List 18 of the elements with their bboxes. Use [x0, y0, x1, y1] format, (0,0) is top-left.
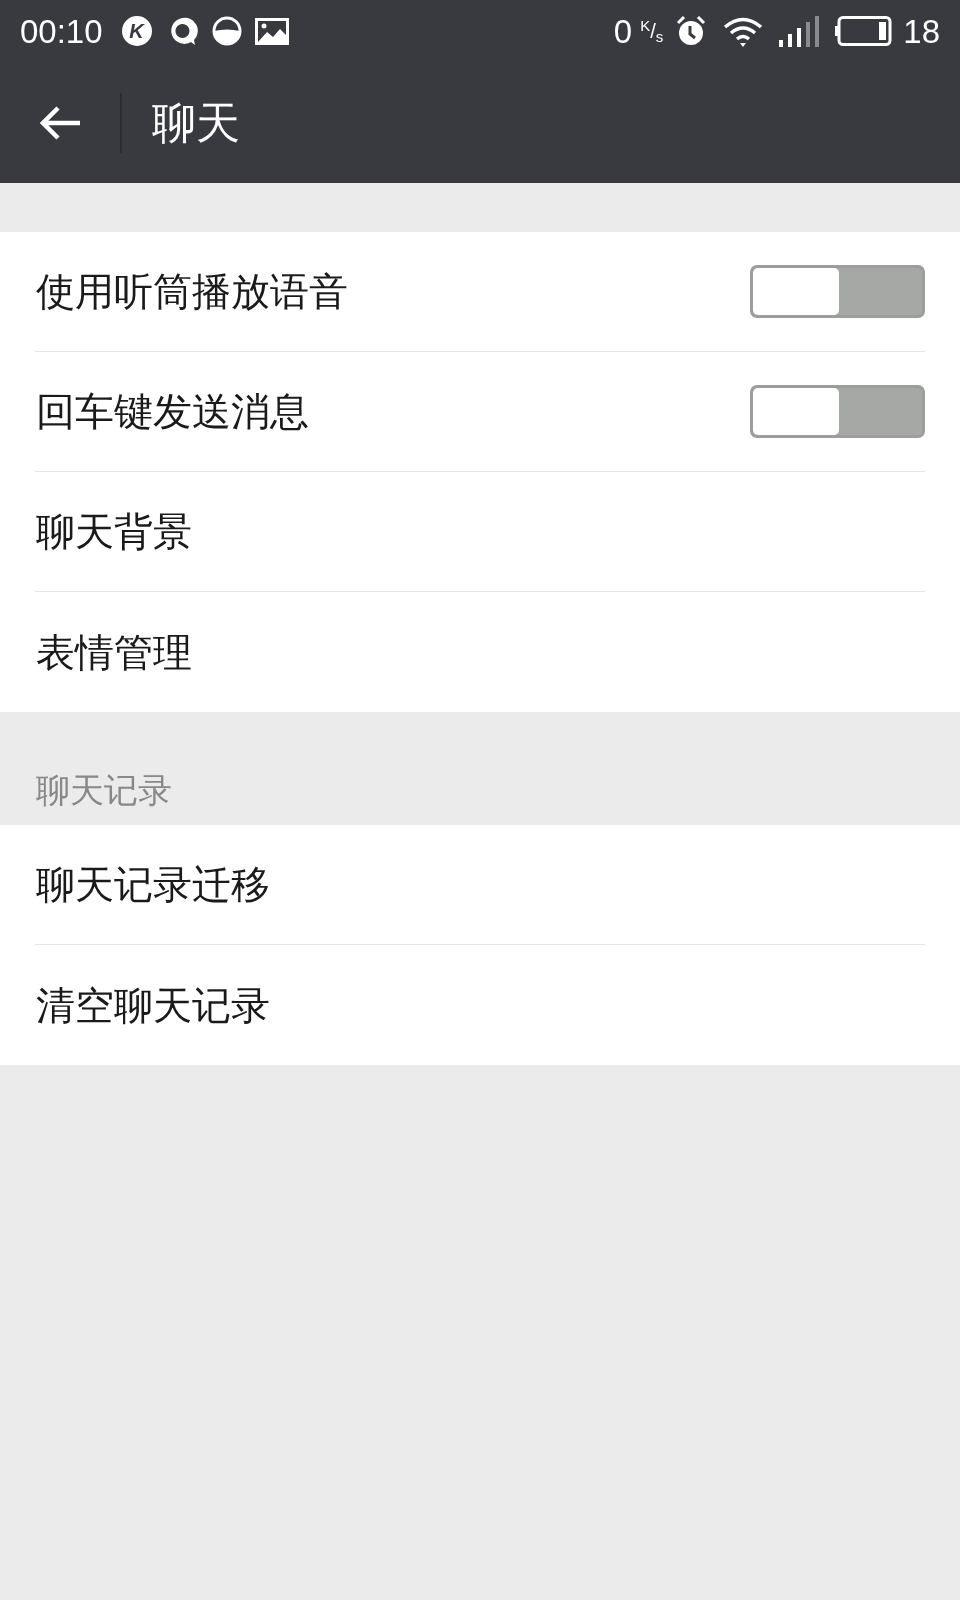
status-time: 00:10	[20, 14, 103, 48]
image-icon	[254, 17, 289, 45]
half-circle-icon	[211, 16, 242, 46]
wifi-icon	[723, 15, 764, 47]
page-title: 聊天	[152, 100, 240, 145]
battery-level: 18	[903, 14, 940, 48]
alarm-clock-icon	[675, 15, 708, 47]
toggle-switch[interactable]	[750, 265, 925, 318]
setting-label: 回车键发送消息	[35, 392, 309, 431]
section-header: 聊天记录	[36, 773, 172, 807]
signal-icon	[779, 15, 820, 47]
battery-icon	[835, 16, 893, 46]
toggle-switch[interactable]	[750, 385, 925, 438]
setting-label: 使用听筒播放语音	[35, 272, 348, 311]
app-badge: K	[121, 16, 152, 46]
network-speed: 0	[613, 14, 633, 48]
speed-unit: $^{K}$/$_{s}$	[640, 21, 664, 41]
back-arrow-icon	[40, 104, 82, 141]
